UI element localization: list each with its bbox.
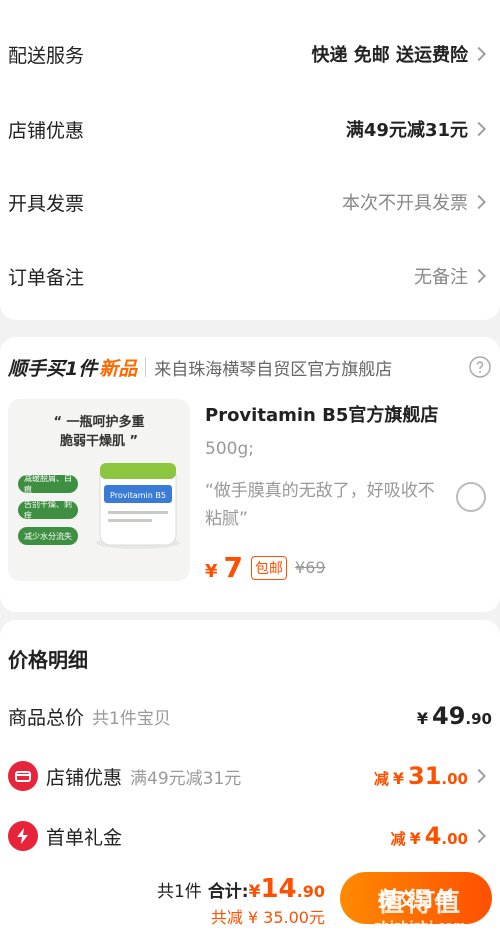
image-quote-line: 脆弱干燥肌 ” — [59, 434, 139, 449]
amount-integer: 31 — [408, 762, 442, 790]
delivery-value: 快递 免邮 送运费险 — [311, 41, 492, 67]
chevron-right-icon — [470, 265, 492, 287]
discount-prefix: 减 — [373, 770, 389, 788]
recommendation-header: 顺手买1件 新品 来自珠海横琴自贸区官方旗舰店 — [8, 351, 492, 383]
shop-discount-detail-row[interactable]: 店铺优惠 满49元减31元 减 ¥ 31 .00 — [8, 756, 492, 796]
price-detail-title: 价格明细 — [8, 648, 88, 672]
submit-order-button[interactable]: 提交订单 值得值 zhizhizhi.com — [340, 872, 492, 932]
jar-brand-label: Provitamin B5 — [110, 491, 166, 500]
amount-decimal: .90 — [465, 710, 492, 728]
amount-decimal: .00 — [441, 830, 468, 848]
add-on-recommendation-card: 顺手买1件 新品 来自珠海横琴自贸区官方旗舰店 “ 一瓶呵护多重 脆弱干燥肌 ”… — [0, 337, 500, 612]
product-image[interactable]: “ 一瓶呵护多重 脆弱干燥肌 ” 减缓脱屑、白痕 告别干燥、刺痒 减少水分流失 … — [8, 399, 190, 581]
shop-discount-row[interactable]: 店铺优惠 满49元减31元 — [0, 105, 500, 153]
chevron-right-icon — [470, 191, 492, 213]
product-review: “做手膜真的无敌了，好吸收不粘腻” — [205, 481, 435, 529]
cream-jar-illustration: Provitamin B5 — [96, 463, 180, 549]
total-integer: 14 — [260, 874, 297, 904]
total-saved: 共减 ¥ 35.00元 — [210, 908, 325, 927]
remark-value: 无备注 — [414, 263, 492, 289]
item-count: 共1件 — [156, 882, 202, 902]
free-shipping-tag: 包邮 — [251, 556, 288, 580]
chevron-right-icon — [470, 765, 492, 787]
invoice-value: 本次不开具发票 — [342, 189, 492, 215]
delivery-row[interactable]: 配送服务 快递 免邮 送运费险 — [0, 30, 500, 78]
help-icon[interactable] — [468, 355, 492, 379]
watermark-logo: 值得值 — [377, 887, 462, 918]
product-spec: 500g; — [205, 439, 254, 459]
shop-coupon-icon — [8, 761, 38, 791]
order-total: 共1件 合计: ¥ 14 .90 — [157, 874, 325, 904]
watermark-url: zhizhizhi.com — [374, 918, 466, 932]
add-product-checkbox[interactable] — [456, 482, 486, 512]
goods-total-row: 商品总价 共1件宝贝 ¥ 49 .90 — [8, 696, 492, 736]
divider — [145, 357, 147, 377]
delivery-value-text: 快递 免邮 送运费险 — [311, 45, 468, 66]
image-quote: “ 一瓶呵护多重 脆弱干燥肌 ” — [8, 413, 190, 451]
currency-symbol: ¥ — [416, 709, 429, 728]
shop-discount-detail-label: 店铺优惠 — [46, 766, 123, 789]
checkout-bar: 共1件 合计: ¥ 14 .90 共减 ¥ 35.00元 提交订单 值得值 zh… — [0, 862, 500, 932]
discount-prefix: 减 — [390, 830, 406, 848]
original-price: ¥69 — [295, 558, 326, 577]
shop-discount-label: 店铺优惠 — [8, 119, 85, 142]
currency-symbol: ¥ — [409, 829, 421, 848]
recommendation-title: 顺手买1件 — [8, 357, 98, 380]
new-product-label: 新品 — [99, 357, 138, 380]
remark-label: 订单备注 — [8, 266, 85, 289]
goods-total-label: 商品总价 — [8, 706, 85, 729]
watermark: 值得值 zhizhizhi.com — [340, 872, 500, 932]
first-order-gift-label: 首单礼金 — [46, 826, 123, 849]
product-shop-name[interactable]: Provitamin B5官方旗舰店 — [205, 401, 438, 427]
currency-symbol: ¥ — [205, 561, 218, 582]
product-price: ¥ 7 包邮 ¥69 — [205, 551, 326, 584]
chevron-right-icon — [470, 43, 492, 65]
remark-row[interactable]: 订单备注 无备注 — [0, 252, 500, 300]
shop-discount-amount: 减 ¥ 31 .00 — [374, 762, 468, 790]
lightning-icon — [8, 821, 38, 851]
goods-count: 共1件宝贝 — [92, 708, 171, 729]
invoice-row[interactable]: 开具发票 本次不开具发票 — [0, 178, 500, 226]
shop-discount-value-text: 满49元减31元 — [345, 120, 468, 141]
shop-discount-value: 满49元减31元 — [346, 116, 492, 142]
delivery-label: 配送服务 — [8, 44, 85, 67]
chevron-right-icon — [470, 118, 492, 140]
image-feature-pill: 减少水分流失 — [18, 527, 78, 545]
product-price-value: 7 — [223, 551, 244, 584]
remark-value-text: 无备注 — [414, 267, 468, 288]
invoice-label: 开具发票 — [8, 192, 85, 215]
image-feature-pill: 减缓脱屑、白痕 — [18, 474, 78, 494]
order-info-card: 配送服务 快递 免邮 送运费险 店铺优惠 满49元减31元 开具发票 本次不开具… — [0, 0, 500, 320]
amount-integer: 49 — [432, 702, 466, 730]
recommendation-source: 来自珠海横琴自贸区官方旗舰店 — [154, 359, 393, 380]
total-decimal: .90 — [296, 882, 325, 901]
first-order-gift-row[interactable]: 首单礼金 减 ¥ 4 .00 — [8, 816, 492, 856]
first-order-gift-amount: 减 ¥ 4 .00 — [391, 822, 468, 850]
goods-total-amount: ¥ 49 .90 — [417, 702, 492, 730]
shop-discount-detail-rule: 满49元减31元 — [130, 768, 242, 789]
currency-symbol: ¥ — [248, 882, 261, 902]
invoice-value-text: 本次不开具发票 — [342, 193, 468, 214]
image-feature-pill: 告别干燥、刺痒 — [18, 500, 78, 520]
image-quote-line: “ 一瓶呵护多重 — [53, 415, 145, 430]
chevron-right-icon — [470, 825, 492, 847]
amount-decimal: .00 — [441, 770, 468, 788]
total-label: 合计: — [207, 882, 249, 902]
currency-symbol: ¥ — [392, 769, 405, 788]
amount-integer: 4 — [424, 822, 442, 850]
